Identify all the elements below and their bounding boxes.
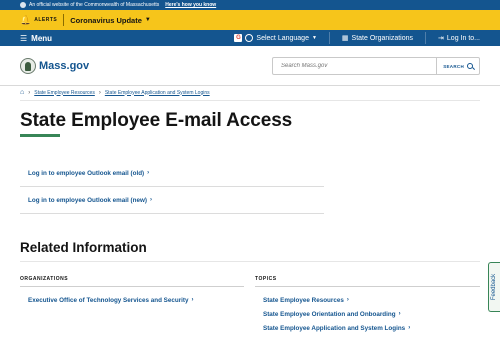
select-language-label: Select Language — [256, 34, 309, 42]
topic-link[interactable]: State Employee Orientation and Onboardin… — [263, 307, 480, 321]
topic-link[interactable]: State Employee Application and System Lo… — [263, 321, 480, 335]
topic-link-label: State Employee Orientation and Onboardin… — [263, 310, 396, 318]
login-label: Log In to... — [446, 34, 480, 42]
breadcrumb-item[interactable]: State Employee Resources — [34, 90, 95, 96]
chevron-right-icon: › — [98, 89, 101, 96]
heres-how-you-know-link[interactable]: Here's how you know — [165, 2, 216, 8]
seal-icon — [20, 58, 36, 74]
related-heading: Related Information — [20, 240, 147, 255]
chevron-right-icon: › — [147, 170, 150, 176]
search-input[interactable] — [273, 58, 437, 74]
login-icon: ⇥ — [438, 35, 444, 42]
feedback-tab[interactable]: Feedback — [488, 262, 500, 312]
outlook-new-link[interactable]: Log in to employee Outlook email (new) › — [20, 187, 324, 214]
site-header: Mass.gov SEARCH — [0, 46, 500, 86]
seal-icon — [20, 2, 26, 8]
building-icon: ▦ — [341, 35, 349, 42]
divider — [20, 100, 480, 101]
chevron-right-icon: › — [408, 325, 411, 331]
nav-divider — [425, 32, 427, 44]
official-text: An official website of the Commonwealth … — [29, 2, 160, 8]
login-button[interactable]: ⇥ Log In to... — [438, 34, 480, 43]
search-button-label: SEARCH — [443, 63, 464, 69]
select-language-button[interactable]: G Select Language ▼ — [234, 34, 317, 42]
globe-icon — [245, 34, 254, 42]
alerts-label: ALERTS — [34, 17, 58, 23]
nav-divider — [328, 32, 330, 44]
official-banner: An official website of the Commonwealth … — [0, 0, 500, 10]
google-icon: G — [234, 34, 243, 42]
organizations-header: ORGANIZATIONS — [20, 276, 244, 287]
topics-header: TOPICS — [255, 276, 480, 287]
menu-button[interactable]: ☰ Menu — [20, 34, 52, 43]
state-organizations-label: State Organizations — [351, 34, 414, 42]
search-button[interactable]: SEARCH — [436, 58, 479, 74]
chevron-down-icon: ▼ — [311, 35, 317, 41]
breadcrumb: ⌂ › State Employee Resources › State Emp… — [20, 89, 210, 96]
organization-link[interactable]: Executive Office of Technology Services … — [28, 293, 244, 307]
utility-nav: ☰ Menu G Select Language ▼ ▦ State Organ… — [0, 30, 500, 46]
home-icon[interactable]: ⌂ — [20, 89, 24, 96]
chevron-right-icon: › — [149, 197, 152, 203]
chevron-down-icon: ▼ — [144, 17, 151, 23]
search-icon — [467, 63, 473, 69]
coronavirus-update-toggle[interactable]: Coronavirus Update ▼ — [70, 16, 151, 25]
breadcrumb-item[interactable]: State Employee Application and System Lo… — [105, 90, 210, 96]
chevron-right-icon: › — [28, 89, 31, 96]
topic-link-label: State Employee Application and System Lo… — [263, 324, 406, 332]
divider — [20, 261, 480, 262]
organizations-section: ORGANIZATIONS Executive Office of Techno… — [20, 276, 244, 307]
search-form: SEARCH — [272, 57, 480, 75]
feedback-label: Feedback — [491, 273, 498, 301]
hamburger-icon: ☰ — [20, 33, 28, 43]
link-list: Log in to employee Outlook email (old) ›… — [20, 160, 324, 214]
coronavirus-update-label: Coronavirus Update — [70, 15, 142, 25]
topics-section: TOPICS State Employee Resources › State … — [255, 276, 480, 335]
logo-text: Mass.gov — [39, 60, 90, 72]
state-organizations-link[interactable]: ▦ State Organizations — [341, 34, 414, 43]
topic-link-label: State Employee Resources — [263, 296, 344, 304]
chevron-right-icon: › — [191, 297, 194, 303]
chevron-right-icon: › — [398, 311, 401, 317]
alerts-bar: 🔔 ALERTS Coronavirus Update ▼ — [0, 10, 500, 30]
chevron-right-icon: › — [346, 297, 349, 303]
alerts-divider — [63, 14, 65, 26]
outlook-old-link[interactable]: Log in to employee Outlook email (old) › — [20, 160, 324, 187]
menu-label: Menu — [31, 33, 53, 43]
title-underline — [20, 134, 60, 137]
organization-link-label: Executive Office of Technology Services … — [28, 296, 189, 304]
topic-link[interactable]: State Employee Resources › — [263, 293, 480, 307]
link-label: Log in to employee Outlook email (new) — [28, 196, 147, 204]
mass-gov-logo[interactable]: Mass.gov — [20, 58, 89, 74]
page-title: State Employee E-mail Access — [20, 110, 293, 131]
bell-icon: 🔔 — [20, 14, 32, 25]
link-label: Log in to employee Outlook email (old) — [28, 169, 145, 177]
